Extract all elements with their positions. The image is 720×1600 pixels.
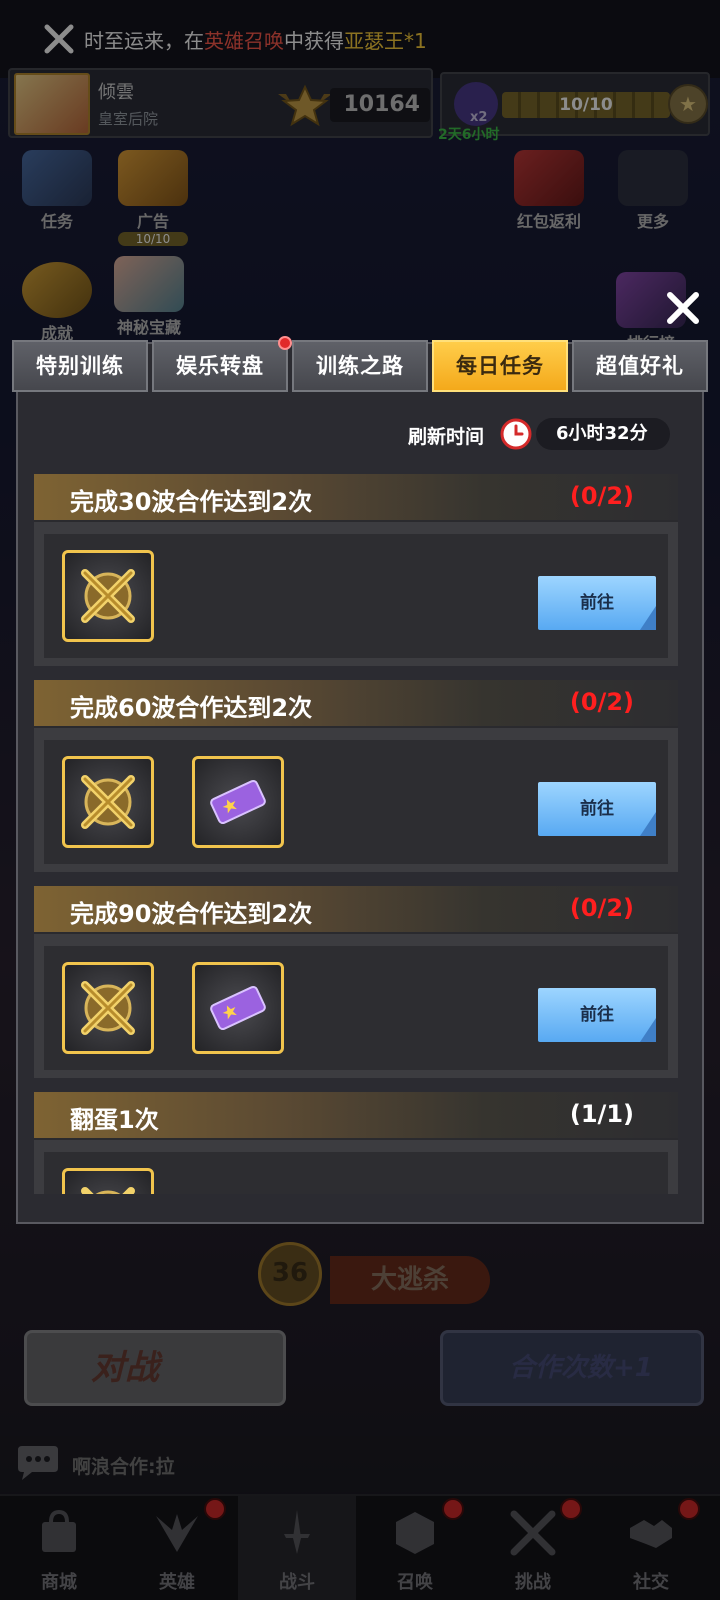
task-title: 翻蛋1次 xyxy=(70,1106,159,1134)
reward-item[interactable] xyxy=(62,550,154,642)
tab-label: 每日任务 xyxy=(456,354,544,378)
tab-label: 特别训练 xyxy=(36,354,124,378)
purple-ticket-icon xyxy=(210,985,266,1031)
tab-special-training[interactable]: 特别训练 xyxy=(12,340,148,392)
reward-item[interactable] xyxy=(62,962,154,1054)
go-button[interactable]: 前往 xyxy=(538,576,656,630)
close-icon[interactable] xyxy=(663,288,703,328)
tab-label: 训练之路 xyxy=(316,354,404,378)
swords-shield-icon xyxy=(81,981,135,1035)
task-progress: (0/2) xyxy=(569,688,634,716)
refresh-timer: 刷新时间 6小时32分 xyxy=(408,416,670,452)
swords-shield-icon xyxy=(81,569,135,623)
tab-lucky-wheel[interactable]: 娱乐转盘 xyxy=(152,336,292,392)
refresh-time: 6小时32分 xyxy=(536,418,670,450)
tab-bar: 特别训练 娱乐转盘 训练之路 每日任务 超值好礼 xyxy=(12,336,708,392)
notification-dot xyxy=(278,336,292,350)
task-list[interactable]: 完成30波合作达到2次 (0/2) 前往 完成60波合作达到2次 (0/2) 前… xyxy=(34,474,678,1194)
tab-training-road[interactable]: 训练之路 xyxy=(292,340,428,392)
task-header: 完成90波合作达到2次 (0/2) xyxy=(34,886,678,932)
go-button[interactable]: 前往 xyxy=(538,782,656,836)
swords-shield-icon xyxy=(81,775,135,829)
reward-item[interactable] xyxy=(192,756,284,848)
reward-item[interactable] xyxy=(192,962,284,1054)
tab-value-gifts[interactable]: 超值好礼 xyxy=(572,340,708,392)
tab-label: 超值好礼 xyxy=(596,354,684,378)
task-body: 前往 xyxy=(34,726,678,872)
reward-item[interactable] xyxy=(62,1168,154,1194)
task-body xyxy=(34,1138,678,1194)
task-header: 完成60波合作达到2次 (0/2) xyxy=(34,680,678,726)
task-progress: (1/1) xyxy=(569,1100,634,1128)
task-body: 前往 xyxy=(34,520,678,666)
reward-panel: 前往 xyxy=(44,740,668,864)
task-body: 前往 xyxy=(34,932,678,1078)
reward-item[interactable] xyxy=(62,756,154,848)
clock-icon xyxy=(500,418,532,450)
refresh-label: 刷新时间 xyxy=(408,426,485,448)
reward-panel xyxy=(44,1152,668,1194)
purple-ticket-icon xyxy=(210,779,266,825)
swords-shield-icon xyxy=(81,1187,135,1194)
task-title: 完成30波合作达到2次 xyxy=(70,488,313,516)
task-title: 完成60波合作达到2次 xyxy=(70,694,313,722)
reward-panel: 前往 xyxy=(44,534,668,658)
task-title: 完成90波合作达到2次 xyxy=(70,900,313,928)
task-progress: (0/2) xyxy=(569,894,634,922)
task-header: 翻蛋1次 (1/1) xyxy=(34,1092,678,1138)
go-button[interactable]: 前往 xyxy=(538,988,656,1042)
task-header: 完成30波合作达到2次 (0/2) xyxy=(34,474,678,520)
reward-panel: 前往 xyxy=(44,946,668,1070)
tab-label: 娱乐转盘 xyxy=(176,354,264,378)
tab-daily-tasks[interactable]: 每日任务 xyxy=(432,340,568,392)
task-progress: (0/2) xyxy=(569,482,634,510)
